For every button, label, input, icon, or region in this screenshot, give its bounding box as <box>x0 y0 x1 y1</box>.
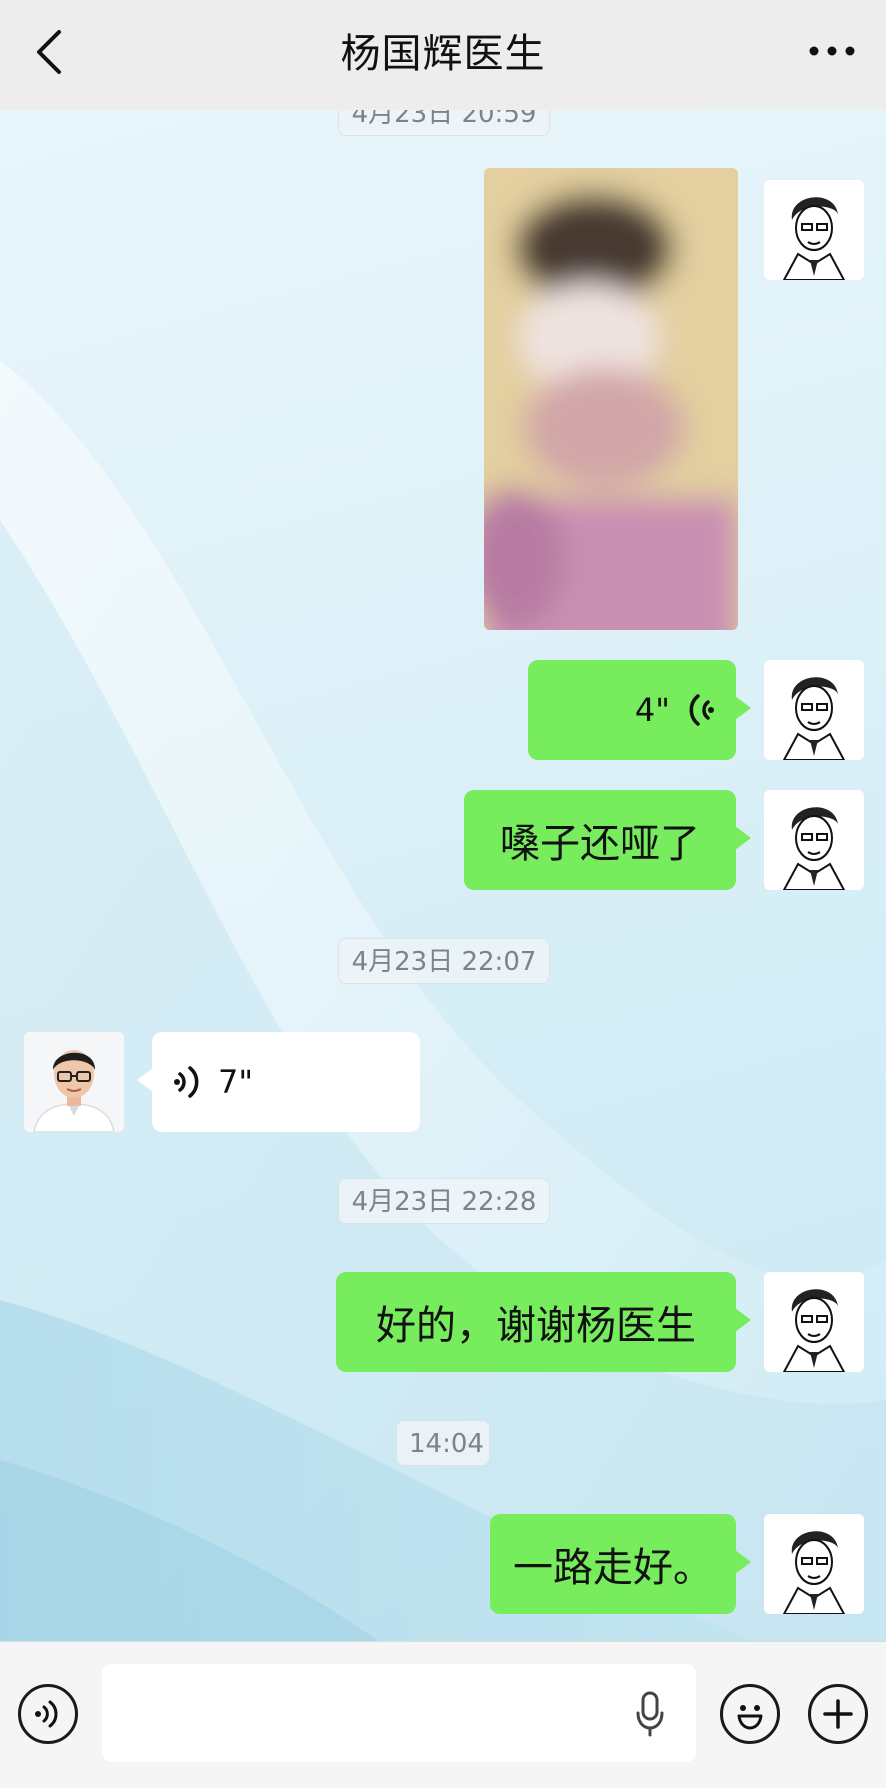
plus-icon <box>823 1699 853 1729</box>
text-message-outgoing[interactable]: 嗓子还哑了 <box>464 790 751 890</box>
my-avatar[interactable] <box>764 660 864 760</box>
blurred-photo-image <box>484 168 738 630</box>
voice-duration: 7" <box>218 1063 254 1101</box>
background-wave <box>0 360 886 1788</box>
user-sketch-avatar-image <box>764 1514 864 1614</box>
timestamp: 4月23日 22:28 <box>338 1178 550 1224</box>
plus-button[interactable] <box>808 1684 868 1744</box>
voice-duration: 4" <box>634 691 670 729</box>
timestamp: 14:04 <box>396 1420 490 1466</box>
chat-header: 杨国辉医生 <box>0 0 886 110</box>
text-message-outgoing[interactable]: 好的，谢谢杨医生 <box>336 1272 751 1372</box>
voice-mode-icon <box>35 1700 58 1728</box>
chat-screen: 杨国辉医生 4月23日 20:59 4" 嗓子还哑了 4月23日 22:07 7… <box>0 0 886 1788</box>
user-sketch-avatar-image <box>764 1272 864 1372</box>
my-avatar[interactable] <box>764 1514 864 1614</box>
sent-photo[interactable] <box>484 168 738 630</box>
voice-message-incoming[interactable]: 7" <box>137 1032 420 1132</box>
user-sketch-avatar-image <box>764 660 864 760</box>
message-text: 好的，谢谢杨医生 <box>376 1303 696 1349</box>
doctor-avatar[interactable] <box>24 1032 124 1132</box>
microphone-icon <box>636 1691 664 1737</box>
user-sketch-avatar-image <box>764 790 864 890</box>
voice-wave-icon <box>174 1066 199 1098</box>
message-input[interactable] <box>102 1664 696 1762</box>
emoji-icon <box>737 1705 763 1730</box>
text-message-outgoing[interactable]: 一路走好。 <box>490 1514 751 1614</box>
more-button[interactable] <box>800 26 864 76</box>
my-avatar[interactable] <box>764 790 864 890</box>
my-avatar[interactable] <box>764 1272 864 1372</box>
message-text: 一路走好。 <box>513 1545 713 1591</box>
user-sketch-avatar-image <box>764 180 864 280</box>
chat-title: 杨国辉医生 <box>340 31 546 77</box>
input-bar <box>0 1641 886 1788</box>
microphone-button[interactable] <box>630 1686 670 1742</box>
emoji-button[interactable] <box>720 1684 780 1744</box>
more-dots-icon <box>809 46 855 56</box>
message-text: 嗓子还哑了 <box>500 821 700 867</box>
timestamp: 4月23日 22:07 <box>338 938 550 984</box>
doctor-photo-avatar-image <box>24 1032 124 1132</box>
voice-mode-button[interactable] <box>18 1684 78 1744</box>
voice-message-outgoing[interactable]: 4" <box>528 660 751 760</box>
my-avatar[interactable] <box>764 180 864 280</box>
voice-wave-icon <box>689 694 714 726</box>
